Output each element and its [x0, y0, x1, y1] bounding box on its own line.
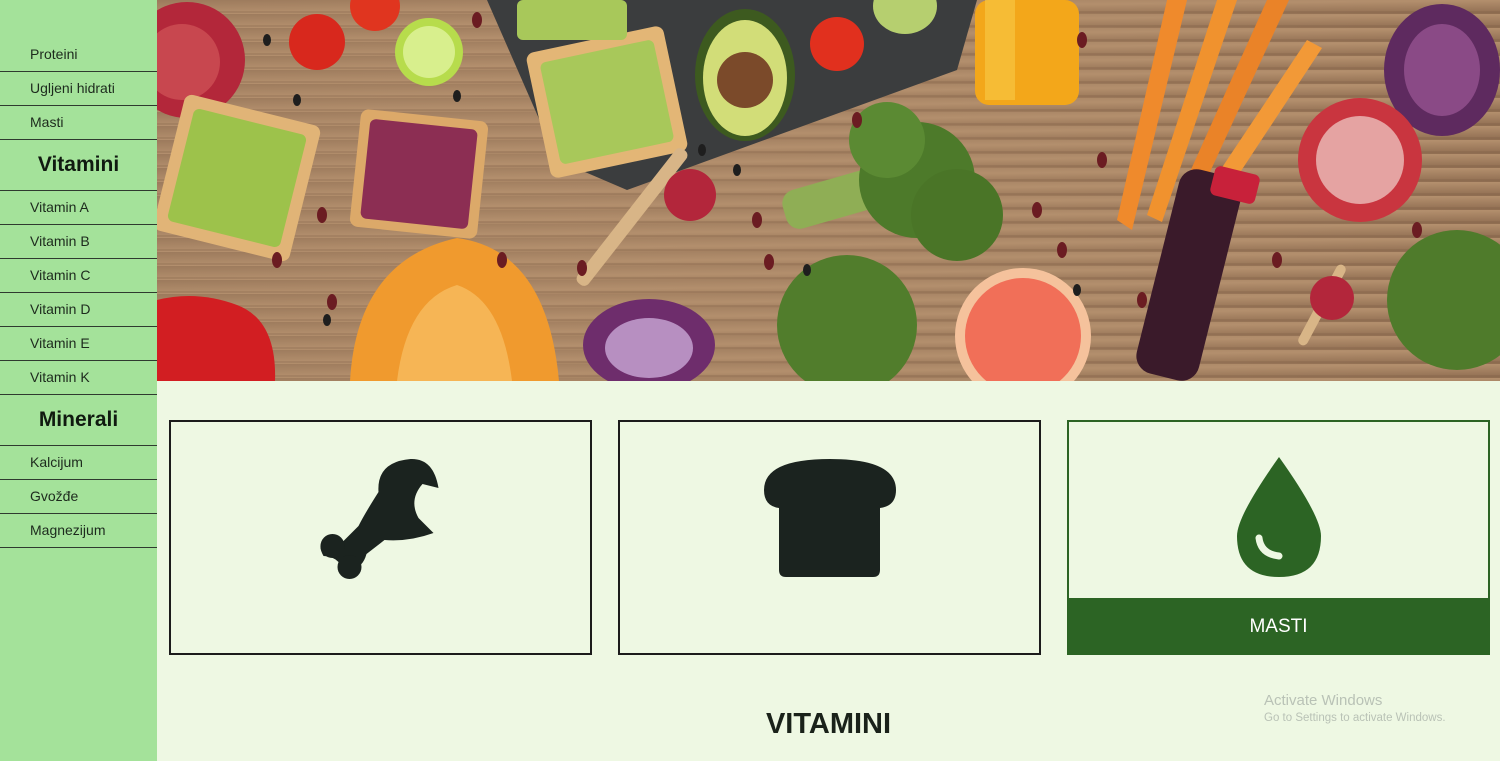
watermark-line2: Go to Settings to activate Windows.	[1264, 712, 1446, 724]
card-masti[interactable]: MASTI	[1067, 420, 1490, 655]
drumstick-icon	[318, 458, 443, 585]
windows-activation-watermark: Activate Windows Go to Settings to activ…	[1264, 692, 1446, 724]
sidebar-item-gvozde[interactable]: Gvožđe	[0, 480, 157, 514]
oil-drop-icon	[1236, 456, 1321, 583]
hero-food-image	[157, 0, 1500, 381]
sidebar: Proteini Ugljeni hidrati Masti Vitamini …	[0, 0, 157, 761]
sidebar-heading-minerali: Minerali	[0, 395, 157, 446]
sidebar-heading-vitamini: Vitamini	[0, 140, 157, 191]
card-proteini[interactable]	[169, 420, 592, 655]
sidebar-item-ugljeni-hidrati[interactable]: Ugljeni hidrati	[0, 72, 157, 106]
sidebar-item-vitamin-c[interactable]: Vitamin C	[0, 259, 157, 293]
sidebar-item-magnezijum[interactable]: Magnezijum	[0, 514, 157, 548]
sidebar-item-vitamin-k[interactable]: Vitamin K	[0, 361, 157, 395]
sidebar-item-kalcijum[interactable]: Kalcijum	[0, 446, 157, 480]
sidebar-item-proteini[interactable]: Proteini	[0, 38, 157, 72]
sidebar-item-vitamin-e[interactable]: Vitamin E	[0, 327, 157, 361]
sidebar-item-vitamin-a[interactable]: Vitamin A	[0, 191, 157, 225]
watermark-line1: Activate Windows	[1264, 692, 1383, 709]
card-masti-label: MASTI	[1067, 598, 1490, 655]
sidebar-item-masti[interactable]: Masti	[0, 106, 157, 140]
bread-icon	[762, 458, 898, 585]
sidebar-item-vitamin-d[interactable]: Vitamin D	[0, 293, 157, 327]
sidebar-item-vitamin-b[interactable]: Vitamin B	[0, 225, 157, 259]
card-ugljeni-hidrati[interactable]	[618, 420, 1041, 655]
